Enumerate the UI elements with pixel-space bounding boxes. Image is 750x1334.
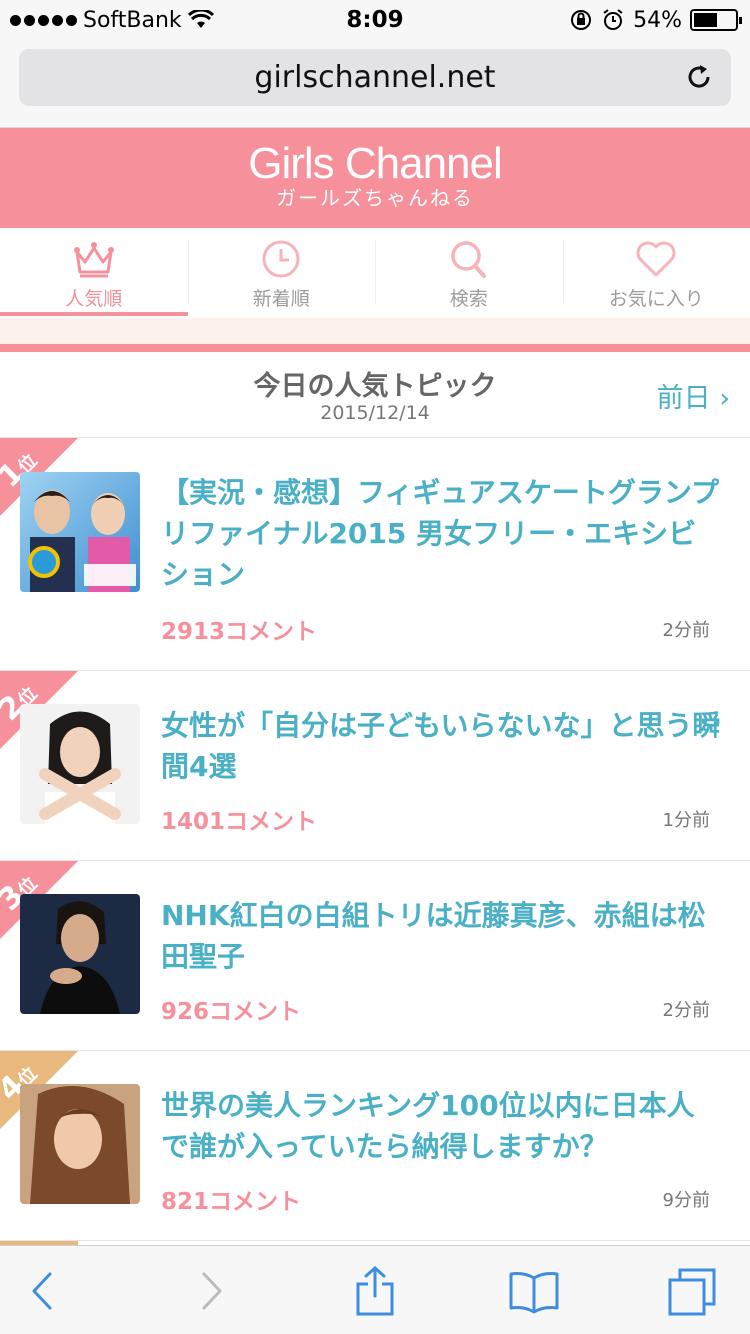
comment-count: 821コメント	[161, 1189, 302, 1215]
alarm-icon	[603, 9, 623, 30]
topic-thumbnail[interactable]	[20, 894, 140, 1014]
topic-item[interactable]: 3位 NHK紅白の白組トリは近藤真彦、赤組は松田聖子 926コメント 2分前	[0, 861, 750, 1051]
back-icon[interactable]	[18, 1266, 68, 1316]
topic-thumbnail[interactable]	[20, 704, 140, 824]
tab-new[interactable]: 新着順	[187, 228, 376, 318]
section-date: 2015/12/14	[320, 402, 430, 424]
site-header[interactable]: Girls Channel ガールズちゃんねる	[0, 128, 750, 228]
topic-title[interactable]: 世界の美人ランキング100位以内に日本人で誰が入っていたら納得しますか？	[161, 1085, 721, 1167]
topic-item[interactable]: 4位 世界の美人ランキング100位以内に日本人で誰が入っていたら納得しますか？ …	[0, 1051, 750, 1241]
divider-band	[0, 318, 750, 344]
browser-toolbar	[0, 1245, 750, 1334]
logo-text: Girls Channel	[248, 139, 503, 188]
divider-line	[0, 344, 750, 352]
crown-icon	[73, 242, 114, 278]
forward-icon[interactable]	[186, 1266, 236, 1316]
post-time: 2分前	[662, 620, 710, 641]
post-time: 1分前	[662, 810, 710, 831]
logo-subtext: ガールズちゃんねる	[276, 186, 474, 210]
topic-item[interactable]: 2位 女性が「自分は子どもいらないな」と思う瞬間4選 1401コメント 1分前	[0, 671, 750, 861]
comment-count: 926コメント	[161, 999, 302, 1025]
search-icon	[451, 241, 486, 278]
topic-thumbnail[interactable]	[20, 1084, 140, 1204]
rotation-lock-icon	[571, 10, 592, 30]
tabs-icon[interactable]	[668, 1266, 718, 1316]
battery-icon	[690, 9, 742, 31]
section-title: 今日の人気トピック	[253, 371, 497, 402]
clock-icon	[262, 240, 300, 278]
url-text: girlschannel.net	[254, 60, 496, 95]
address-bar[interactable]: girlschannel.net	[19, 49, 731, 106]
tab-popular[interactable]: 人気順	[0, 228, 188, 318]
post-time: 2分前	[662, 1000, 710, 1021]
topic-title[interactable]: 【実況・感想】フィギュアスケートグランプリファイナル2015 男女フリー・エキシ…	[161, 472, 721, 595]
tab-label: 新着順	[252, 288, 310, 310]
tab-search[interactable]: 検索	[375, 228, 563, 318]
section-header: 今日の人気トピック 2015/12/14 前日 ›	[0, 352, 750, 438]
tab-favorites[interactable]: お気に入り	[562, 228, 750, 318]
comment-count: 2913コメント	[161, 619, 318, 645]
comment-count: 1401コメント	[161, 809, 318, 835]
status-bar: SoftBank 8:09 54%	[0, 0, 750, 40]
bookmarks-icon[interactable]	[509, 1266, 559, 1316]
battery-percent: 54%	[633, 7, 682, 33]
topic-thumbnail[interactable]	[20, 472, 140, 592]
topic-title[interactable]: NHK紅白の白組トリは近藤真彦、赤組は松田聖子	[161, 895, 721, 977]
post-time: 9分前	[662, 1190, 710, 1211]
topic-item[interactable]: 1位 【実況・感想】フィギュアスケートグランプリファイナル2015 男女フリー・…	[0, 438, 750, 671]
share-icon[interactable]	[350, 1266, 400, 1316]
browser-chrome: girlschannel.net	[0, 40, 750, 128]
heart-icon	[636, 241, 676, 277]
tab-label: お気に入り	[608, 288, 704, 310]
status-right: 54%	[569, 7, 742, 33]
topic-title[interactable]: 女性が「自分は子どもいらないな」と思う瞬間4選	[161, 705, 721, 787]
tab-label: 検索	[449, 288, 488, 310]
reload-icon[interactable]	[683, 61, 715, 93]
prev-day-link[interactable]: 前日 ›	[657, 376, 730, 415]
tab-bar: 人気順 新着順 検索 お気に入り	[0, 228, 750, 318]
tab-label: 人気順	[65, 288, 123, 310]
